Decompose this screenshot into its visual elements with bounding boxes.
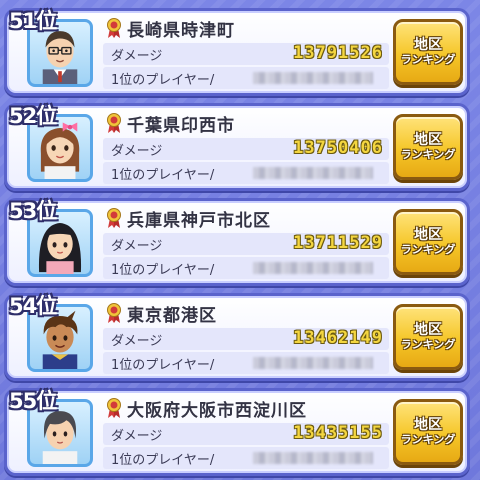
ribbon-medal-icon xyxy=(107,208,121,228)
rank-label: 54位 xyxy=(9,294,57,318)
area-name: 東京都港区 xyxy=(127,305,217,326)
damage-label: ダメージ xyxy=(111,333,163,349)
ribbon-medal-icon xyxy=(107,303,121,323)
top-player-label: 1位のプレイヤー/ xyxy=(111,357,215,373)
button-label-line1: 地区 xyxy=(414,227,442,244)
area-name: 兵庫県神戸市北区 xyxy=(127,210,271,231)
area-ranking-button[interactable]: 地区 ランキング xyxy=(393,114,463,180)
ranking-card: 53位 兵庫県神戸市北区 ダメージ 13711529 1位のプレイヤー/ 地区 … xyxy=(4,198,470,286)
area-ranking-button[interactable]: 地区 ランキング xyxy=(393,399,463,465)
area-row: 兵庫県神戸市北区 xyxy=(105,205,385,231)
button-label-line1: 地区 xyxy=(414,132,442,149)
top-player-label: 1位のプレイヤー/ xyxy=(111,452,215,468)
button-label-line1: 地区 xyxy=(414,37,442,54)
button-label-line2: ランキング xyxy=(400,147,456,161)
damage-value: 13711529 xyxy=(293,233,383,253)
ribbon-medal-icon xyxy=(107,18,121,38)
button-label-line2: ランキング xyxy=(400,242,456,256)
area-row: 東京都港区 xyxy=(105,300,385,326)
area-row: 千葉県印西市 xyxy=(105,110,385,136)
top-player-row: 1位のプレイヤー/ xyxy=(103,257,389,279)
ribbon-medal-icon xyxy=(107,398,121,418)
damage-row: ダメージ 13435155 xyxy=(103,423,389,445)
rank-label: 55位 xyxy=(9,389,57,413)
top-player-label: 1位のプレイヤー/ xyxy=(111,262,215,278)
top-player-row: 1位のプレイヤー/ xyxy=(103,352,389,374)
ranking-list: 51位 長崎県時津町 ダメージ 13791526 1位のプレイヤー/ 地区 ラン… xyxy=(0,0,480,480)
ranking-card: 54位 東京都港区 ダメージ 13462149 1位のプレイヤー/ 地区 ランキ… xyxy=(4,293,470,381)
top-player-row: 1位のプレイヤー/ xyxy=(103,447,389,469)
blurred-player-name xyxy=(253,72,373,84)
button-label-line2: ランキング xyxy=(400,337,456,351)
area-name: 長崎県時津町 xyxy=(127,20,235,41)
area-ranking-button[interactable]: 地区 ランキング xyxy=(393,304,463,370)
area-row: 大阪府大阪市西淀川区 xyxy=(105,395,385,421)
damage-row: ダメージ 13791526 xyxy=(103,43,389,65)
blurred-player-name xyxy=(253,357,373,369)
damage-value: 13750406 xyxy=(293,138,383,158)
top-player-row: 1位のプレイヤー/ xyxy=(103,162,389,184)
area-row: 長崎県時津町 xyxy=(105,15,385,41)
ranking-card: 51位 長崎県時津町 ダメージ 13791526 1位のプレイヤー/ 地区 ラン… xyxy=(4,8,470,96)
top-player-row: 1位のプレイヤー/ xyxy=(103,67,389,89)
area-name: 千葉県印西市 xyxy=(127,115,235,136)
damage-row: ダメージ 13711529 xyxy=(103,233,389,255)
rank-label: 53位 xyxy=(9,199,57,223)
button-label-line2: ランキング xyxy=(400,52,456,66)
ranking-card: 55位 大阪府大阪市西淀川区 ダメージ 13435155 1位のプレイヤー/ 地… xyxy=(4,388,470,476)
ranking-card: 52位 千葉県印西市 ダメージ 13750406 1位のプレイヤー/ 地区 ラン… xyxy=(4,103,470,191)
area-ranking-button[interactable]: 地区 ランキング xyxy=(393,209,463,275)
rank-label: 51位 xyxy=(9,9,57,33)
damage-label: ダメージ xyxy=(111,238,163,254)
damage-label: ダメージ xyxy=(111,143,163,159)
area-ranking-button[interactable]: 地区 ランキング xyxy=(393,19,463,85)
damage-value: 13435155 xyxy=(293,423,383,443)
damage-label: ダメージ xyxy=(111,48,163,64)
rank-label: 52位 xyxy=(9,104,57,128)
blurred-player-name xyxy=(253,262,373,274)
button-label-line2: ランキング xyxy=(400,432,456,446)
area-name: 大阪府大阪市西淀川区 xyxy=(127,400,307,421)
blurred-player-name xyxy=(253,452,373,464)
damage-label: ダメージ xyxy=(111,428,163,444)
damage-row: ダメージ 13462149 xyxy=(103,328,389,350)
blurred-player-name xyxy=(253,167,373,179)
button-label-line1: 地区 xyxy=(414,417,442,434)
damage-value: 13462149 xyxy=(293,328,383,348)
damage-row: ダメージ 13750406 xyxy=(103,138,389,160)
ribbon-medal-icon xyxy=(107,113,121,133)
top-player-label: 1位のプレイヤー/ xyxy=(111,72,215,88)
damage-value: 13791526 xyxy=(293,43,383,63)
button-label-line1: 地区 xyxy=(414,322,442,339)
top-player-label: 1位のプレイヤー/ xyxy=(111,167,215,183)
